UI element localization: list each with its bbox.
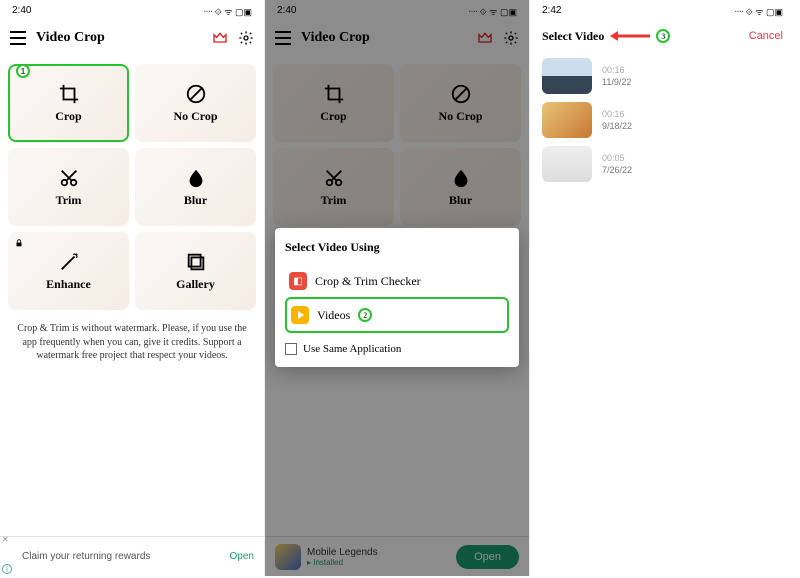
- video-thumbnail: [542, 58, 592, 94]
- tile-enhance[interactable]: Enhance: [8, 232, 129, 310]
- clock: 2:40: [12, 5, 31, 16]
- picker-title: Select Video: [542, 29, 604, 44]
- gallery-icon: [185, 251, 207, 273]
- screen-1-home: 2:40 ᠁ ⟐ ᯤ ▢▣ Video Crop 1 Crop No Crop: [0, 0, 265, 576]
- use-same-label: Use Same Application: [303, 343, 401, 355]
- tile-label: Crop: [55, 109, 81, 124]
- no-crop-icon: [185, 83, 207, 105]
- blur-icon: [185, 167, 207, 189]
- screen-2-picker-dialog: 2:40 ᠁ ⟐ ᯤ ▢▣ Video Crop Crop No Crop Tr…: [265, 0, 530, 576]
- video-item[interactable]: 00:16 11/9/22: [542, 58, 783, 94]
- callout-badge-3: 3: [656, 29, 670, 43]
- picker-header: Select Video 3 Cancel: [530, 20, 795, 52]
- video-thumbnail: [542, 102, 592, 138]
- tile-label: Blur: [184, 193, 207, 208]
- tile-gallery[interactable]: Gallery: [135, 232, 256, 310]
- crown-icon[interactable]: [212, 30, 228, 46]
- video-date: 7/26/22: [602, 165, 632, 175]
- tile-no-crop[interactable]: No Crop: [135, 64, 256, 142]
- menu-icon[interactable]: [10, 31, 26, 45]
- callout-badge-2: 2: [358, 308, 372, 322]
- dialog-item-videos[interactable]: Videos 2: [285, 297, 509, 333]
- status-bar: 2:40 ᠁ ⟐ ᯤ ▢▣: [0, 0, 264, 20]
- video-date: 9/18/22: [602, 121, 632, 131]
- footnote-text: Crop & Trim is without watermark. Please…: [0, 318, 264, 367]
- arrow-left-icon: [610, 31, 650, 41]
- status-bar: 2:42 ᠁ ⟐ ᯤ ▢▣: [530, 0, 795, 20]
- feature-grid: Crop No Crop Trim Blur: [0, 56, 264, 318]
- dialog-item-label: Crop & Trim Checker: [315, 274, 421, 289]
- video-duration: 00:05: [602, 153, 632, 163]
- settings-icon[interactable]: [238, 30, 254, 46]
- callout-badge-1: 1: [16, 64, 30, 78]
- dialog-item-crop-trim-checker[interactable]: ◧ Crop & Trim Checker: [285, 265, 509, 297]
- use-same-row[interactable]: Use Same Application: [285, 343, 509, 355]
- ad-text: Claim your returning rewards: [22, 551, 230, 562]
- video-item[interactable]: 00:05 7/26/22: [542, 146, 783, 182]
- select-video-dialog: Select Video Using ◧ Crop & Trim Checker…: [275, 228, 519, 367]
- video-list: 00:16 11/9/22 00:16 9/18/22 00:05 7/26/2…: [530, 52, 795, 188]
- video-item[interactable]: 00:16 9/18/22: [542, 102, 783, 138]
- tile-trim[interactable]: Trim: [8, 148, 129, 226]
- bottom-ad[interactable]: ✕ i Claim your returning rewards Open: [0, 536, 264, 576]
- video-duration: 00:16: [602, 65, 631, 75]
- dialog-item-label: Videos: [317, 308, 350, 323]
- app-icon-croptrim: ◧: [289, 272, 307, 290]
- tile-blur[interactable]: Blur: [135, 148, 256, 226]
- crop-icon: [58, 83, 80, 105]
- ad-info-icon[interactable]: i: [2, 564, 12, 574]
- tile-label: Enhance: [46, 277, 91, 292]
- ad-close-icon[interactable]: ✕: [2, 535, 9, 544]
- video-date: 11/9/22: [602, 77, 631, 87]
- tile-label: Gallery: [176, 277, 215, 292]
- status-icons: ᠁ ⟐ ᯤ ▢▣: [202, 2, 252, 18]
- tile-label: Trim: [56, 193, 82, 208]
- app-icon-videos: [291, 306, 309, 324]
- screen-3-video-picker: 2:42 ᠁ ⟐ ᯤ ▢▣ Select Video 3 Cancel 00:1…: [530, 0, 795, 576]
- ad-open-link[interactable]: Open: [230, 551, 254, 562]
- dialog-title: Select Video Using: [285, 240, 509, 255]
- tile-label: No Crop: [173, 109, 217, 124]
- wand-icon: [58, 251, 80, 273]
- clock: 2:42: [542, 5, 561, 16]
- scissors-icon: [58, 167, 80, 189]
- app-title: Video Crop: [36, 30, 202, 46]
- status-icons: ᠁ ⟐ ᯤ ▢▣: [733, 2, 783, 18]
- video-thumbnail: [542, 146, 592, 182]
- checkbox-icon[interactable]: [285, 343, 297, 355]
- video-duration: 00:16: [602, 109, 632, 119]
- app-header: Video Crop: [0, 20, 264, 56]
- cancel-button[interactable]: Cancel: [749, 30, 783, 42]
- lock-icon: [14, 238, 24, 248]
